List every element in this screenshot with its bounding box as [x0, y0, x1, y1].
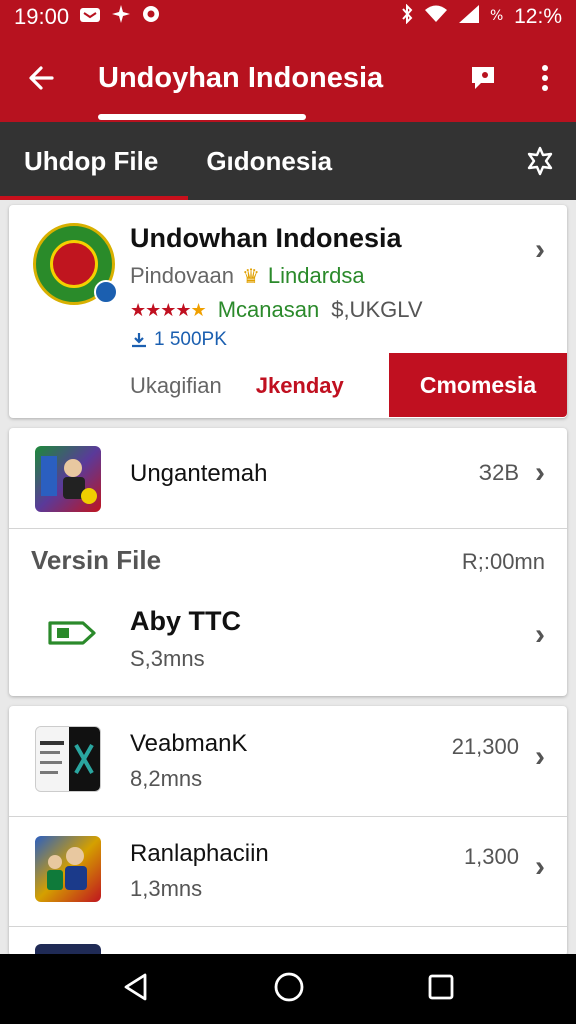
tag-icon	[47, 618, 97, 653]
app-size: $,UKGLV	[331, 297, 423, 322]
item-thumbnail	[35, 836, 101, 902]
circle-home-icon	[274, 972, 304, 1001]
subtitle-right: Lindardsa	[267, 263, 365, 288]
item-subtitle: S,3mns	[130, 646, 205, 671]
signal-icon	[458, 4, 480, 30]
item-subtitle: 8,2mns	[130, 766, 203, 791]
download-count: 1 500PK	[154, 329, 227, 350]
divider	[9, 926, 567, 927]
related-list-card: VeabmanK 8,2mns 21,300 › Ranlaphaciin 1,…	[9, 706, 567, 956]
item-thumbnail	[35, 446, 101, 512]
item-thumbnail	[35, 726, 101, 792]
nav-home-button[interactable]	[273, 971, 305, 1008]
file-list-card: Ungantemah З2В › Versin File R;:00mn Aby…	[9, 428, 567, 696]
notification-dot-icon	[141, 4, 161, 30]
title-indicator	[98, 114, 306, 120]
card-actions: Ukagifian Jkenday Cmomesia	[9, 353, 567, 418]
install-button[interactable]: Cmomesia	[389, 353, 567, 417]
comment-icon	[472, 67, 494, 89]
page-title: Undoyhan Indonesia	[98, 61, 384, 94]
battery-text: 12:%	[514, 5, 562, 28]
logo-emblem	[50, 240, 98, 288]
chevron-right-icon[interactable]: ›	[535, 740, 545, 774]
list-item[interactable]: Ranlaphaciin 1,3mns 1,300 ›	[9, 816, 567, 926]
bluetooth-icon	[400, 3, 414, 30]
nav-back-button[interactable]	[121, 972, 151, 1007]
crown-icon: ♛	[241, 265, 260, 288]
item-subtitle: 1,3mns	[130, 876, 203, 901]
back-button[interactable]	[0, 34, 84, 122]
developer-name: Mcanasan	[217, 297, 320, 322]
divider	[9, 528, 567, 529]
chevron-right-icon[interactable]: ›	[535, 456, 545, 490]
more-options-button[interactable]	[514, 34, 576, 122]
tab-indonesia[interactable]: Gıdonesia	[182, 122, 356, 200]
square-recents-icon	[428, 974, 454, 999]
list-item[interactable]: Aby TTC S,3mns ›	[9, 588, 567, 688]
data-icon: %	[490, 4, 504, 30]
nav-recents-button[interactable]	[427, 973, 455, 1006]
chevron-right-icon[interactable]: ›	[535, 618, 545, 652]
settings-button[interactable]	[504, 146, 576, 176]
list-item[interactable]: Ungantemah З2В ›	[9, 428, 567, 528]
chevron-right-icon[interactable]: ›	[535, 850, 545, 884]
action-link-2[interactable]: Jkenday	[256, 373, 344, 399]
wifi-icon	[424, 4, 448, 30]
rating-row: ★★★★★ Mcanasan $,UKGLV	[130, 297, 423, 323]
app-detail-card[interactable]: Undowhan Indonesia › Pindovaan ♛ Lindard…	[9, 205, 567, 418]
chevron-right-icon[interactable]: ›	[535, 233, 545, 267]
tab-bar: Uhdop File Gıdonesia	[0, 122, 576, 200]
item-title: Ranlaphaciin	[130, 840, 269, 867]
item-value: З2В	[478, 460, 519, 485]
item-value: 1,300	[463, 844, 519, 869]
arrow-back-icon	[29, 66, 54, 90]
rating-stars-icon: ★★★★★	[130, 299, 207, 320]
action-link-1[interactable]: Ukagifian	[130, 373, 222, 399]
downloads-row: 1 500PK	[130, 329, 227, 351]
section-value: R;:00mn	[461, 549, 545, 574]
star-gear-icon	[527, 146, 553, 176]
verified-badge-icon	[94, 280, 118, 304]
item-value: 21,300	[451, 734, 519, 759]
item-title: VeabmanK	[130, 730, 248, 757]
comment-button[interactable]	[452, 34, 514, 122]
list-item[interactable]: VeabmanK 8,2mns 21,300 ›	[9, 706, 567, 816]
item-title: Ungantemah	[130, 460, 268, 487]
message-icon	[79, 4, 101, 30]
item-title: Aby TTC	[130, 606, 241, 636]
tab-file[interactable]: Uhdop File	[0, 122, 189, 200]
triangle-back-icon	[124, 973, 147, 1000]
svg-text:%: %	[490, 8, 503, 24]
status-bar: 19:00 % 12:%	[0, 0, 576, 34]
app-bar: Undoyhan Indonesia	[0, 34, 576, 122]
download-icon	[132, 333, 146, 348]
app-subtitle: Pindovaan ♛ Lindardsa	[130, 263, 365, 289]
app-logo	[33, 223, 118, 305]
subtitle-left: Pindovaan	[130, 263, 234, 288]
system-nav-bar	[0, 954, 576, 1024]
plane-icon	[111, 4, 131, 30]
status-time: 19:00	[14, 4, 70, 29]
more-vert-icon	[542, 65, 548, 91]
section-title: Versin File	[31, 545, 162, 575]
app-title: Undowhan Indonesia	[130, 223, 402, 253]
